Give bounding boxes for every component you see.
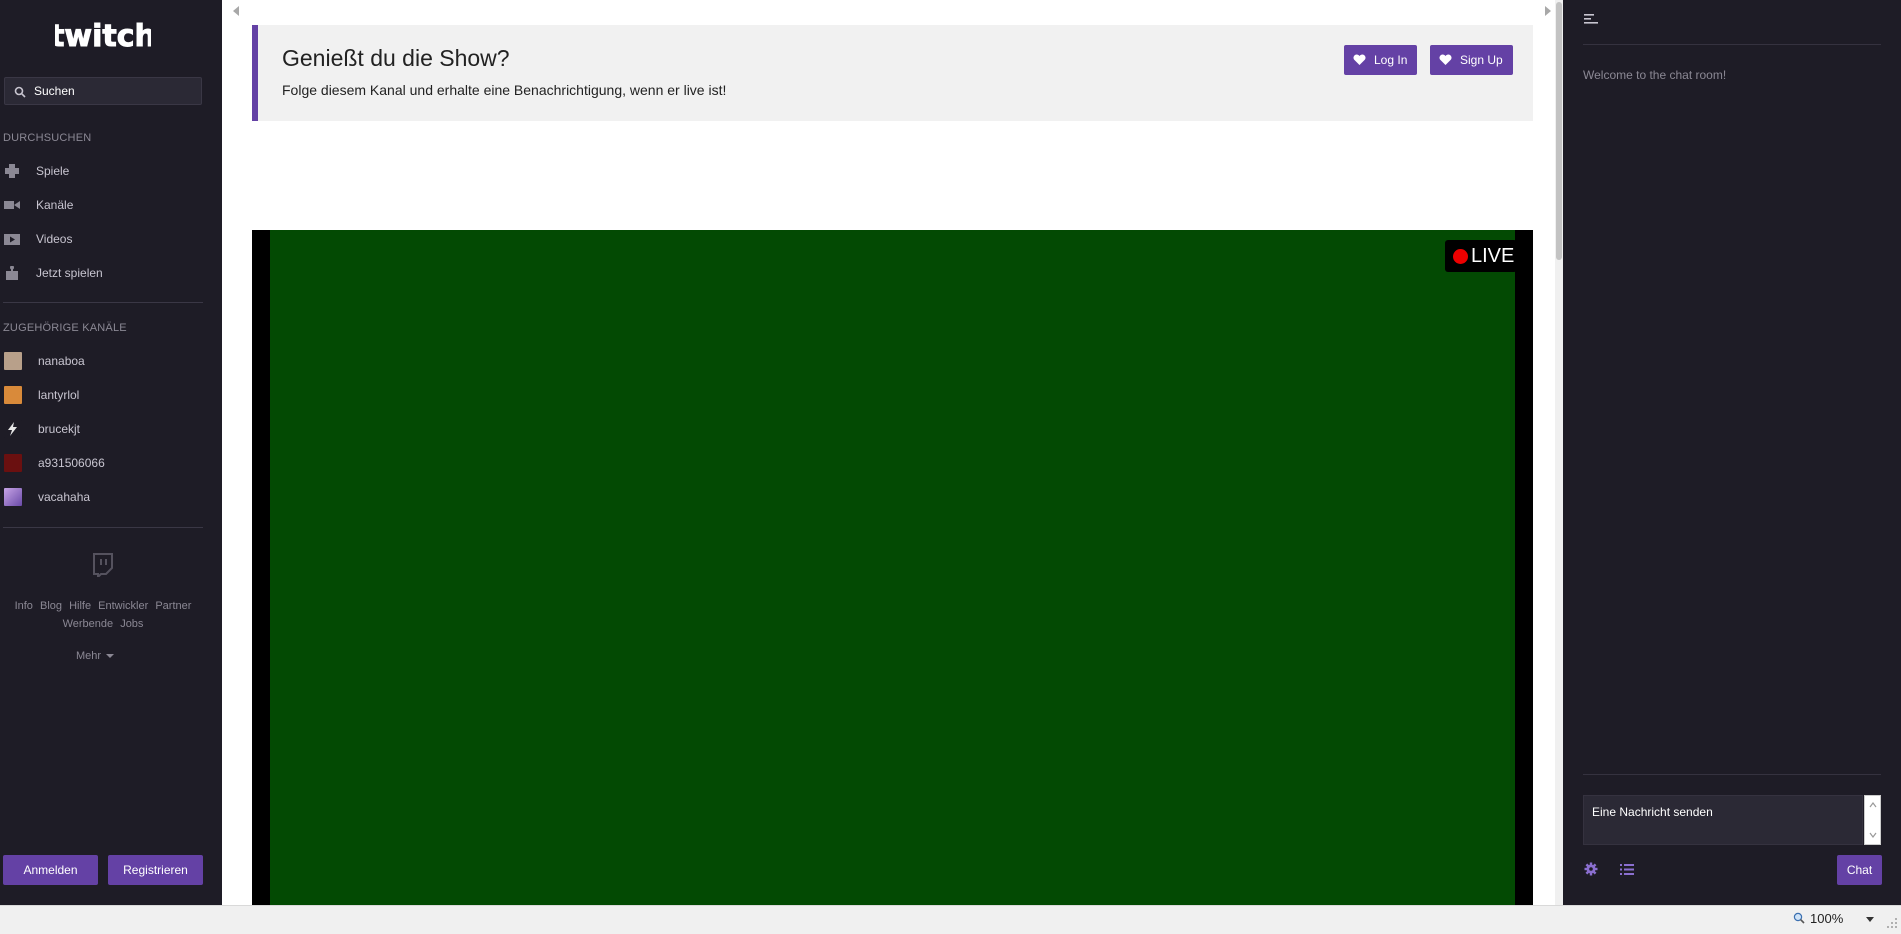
- play-icon: [4, 234, 20, 245]
- avatar: [4, 454, 22, 472]
- sidebar-divider: [3, 302, 203, 303]
- gear-icon[interactable]: [1584, 862, 1598, 876]
- promo-signup-button[interactable]: Sign Up: [1430, 45, 1513, 75]
- scroll-left-arrow-icon[interactable]: [233, 6, 239, 16]
- live-dot-icon: [1453, 249, 1468, 264]
- promo-title: Genießt du die Show?: [282, 45, 510, 71]
- joystick-icon: [6, 266, 18, 280]
- sidebar-item-channels[interactable]: Kanäle: [0, 192, 220, 218]
- zoom-icon[interactable]: [1793, 912, 1805, 924]
- avatar: [4, 386, 22, 404]
- footer-link-help[interactable]: Hilfe: [69, 600, 91, 612]
- sidebar-divider: [3, 527, 203, 528]
- footer-link-blog[interactable]: Blog: [40, 600, 62, 612]
- video-stream[interactable]: [270, 230, 1515, 905]
- footer-link-partners[interactable]: Partner: [155, 600, 191, 612]
- search-icon: [14, 86, 26, 98]
- resize-grip-icon[interactable]: [1886, 917, 1898, 929]
- sidebar-item-label: Videos: [36, 232, 73, 246]
- related-channel[interactable]: vacahaha: [0, 484, 220, 510]
- avatar: [4, 420, 22, 438]
- promo-signup-label: Sign Up: [1460, 53, 1503, 67]
- channel-name: nanaboa: [38, 354, 85, 368]
- related-channel[interactable]: lantyrlol: [0, 382, 220, 408]
- promo-subtitle: Folge diesem Kanal und erhalte eine Bena…: [282, 82, 727, 98]
- channel-name: vacahaha: [38, 490, 91, 504]
- more-label: Mehr: [76, 650, 102, 662]
- sidebar-item-videos[interactable]: Videos: [0, 226, 220, 252]
- scroll-down-icon[interactable]: [1869, 831, 1877, 839]
- viewer-list-icon[interactable]: [1620, 864, 1634, 875]
- search-placeholder: Suchen: [34, 84, 75, 98]
- promo-login-button[interactable]: Log In: [1344, 45, 1417, 75]
- related-channels-title: ZUGEHÖRIGE KANÄLE: [3, 322, 127, 334]
- browse-section-title: DURCHSUCHEN: [3, 132, 92, 144]
- heart-icon: [1439, 54, 1452, 65]
- video-camera-icon: [4, 201, 20, 209]
- chat-panel: Welcome to the chat room! Eine Nachricht…: [1563, 0, 1901, 905]
- footer-link-advertisers[interactable]: Werbende: [63, 618, 114, 630]
- scroll-right-arrow-icon[interactable]: [1545, 6, 1551, 16]
- related-channel[interactable]: brucekjt: [0, 416, 220, 442]
- twitch-logo[interactable]: twitch: [55, 16, 151, 56]
- follow-promo-banner: Genießt du die Show? Folge diesem Kanal …: [252, 25, 1533, 121]
- footer-links: Info Blog Hilfe Entwickler Partner Werbe…: [0, 597, 206, 633]
- register-button[interactable]: Registrieren: [108, 855, 203, 885]
- scroll-up-icon[interactable]: [1869, 801, 1877, 809]
- chat-message-input[interactable]: Eine Nachricht senden: [1583, 795, 1863, 845]
- chat-send-button[interactable]: Chat: [1837, 855, 1882, 885]
- heart-icon: [1353, 54, 1366, 65]
- avatar: [4, 352, 22, 370]
- footer-link-jobs[interactable]: Jobs: [120, 618, 143, 630]
- footer-link-developers[interactable]: Entwickler: [98, 600, 148, 612]
- sidebar-item-label: Spiele: [36, 164, 70, 178]
- login-button[interactable]: Anmelden: [3, 855, 98, 885]
- sidebar-item-games[interactable]: Spiele: [0, 158, 220, 184]
- gamepad-icon: [5, 164, 19, 178]
- lightning-icon: [8, 422, 17, 436]
- collapse-chat-icon[interactable]: [1584, 13, 1598, 25]
- main-scrollbar-thumb[interactable]: [1556, 2, 1562, 260]
- chat-welcome-message: Welcome to the chat room!: [1583, 68, 1727, 82]
- svg-text:twitch: twitch: [55, 19, 151, 54]
- sidebar-item-play-now[interactable]: Jetzt spielen: [0, 260, 220, 286]
- avatar: [4, 488, 22, 506]
- live-badge: LIVE: [1445, 240, 1517, 272]
- chat-input-placeholder: Eine Nachricht senden: [1592, 805, 1713, 819]
- twitch-glitch-icon[interactable]: [92, 553, 114, 577]
- browser-status-bar: [0, 905, 1901, 934]
- chat-header-divider: [1583, 44, 1881, 45]
- more-dropdown[interactable]: Mehr: [76, 650, 115, 662]
- chat-footer-divider: [1583, 774, 1881, 775]
- channel-name: a931506066: [38, 456, 105, 470]
- zoom-dropdown-icon[interactable]: [1866, 917, 1874, 922]
- search-input[interactable]: Suchen: [4, 77, 202, 105]
- video-player[interactable]: LIVE: [252, 230, 1533, 905]
- footer-link-info[interactable]: Info: [15, 600, 33, 612]
- related-channel[interactable]: nanaboa: [0, 348, 220, 374]
- left-sidebar: twitch Suchen DURCHSUCHEN Spiele Kanäle …: [0, 0, 222, 905]
- sidebar-item-label: Kanäle: [36, 198, 74, 212]
- live-label: LIVE: [1471, 245, 1515, 267]
- promo-login-label: Log In: [1374, 53, 1408, 67]
- related-channel[interactable]: a931506066: [0, 450, 220, 476]
- chat-input-scrollbar[interactable]: [1864, 795, 1881, 845]
- channel-name: lantyrlol: [38, 388, 80, 402]
- zoom-level[interactable]: 100%: [1810, 911, 1843, 926]
- chevron-down-icon: [106, 654, 115, 659]
- sidebar-item-label: Jetzt spielen: [36, 266, 103, 280]
- channel-name: brucekjt: [38, 422, 81, 436]
